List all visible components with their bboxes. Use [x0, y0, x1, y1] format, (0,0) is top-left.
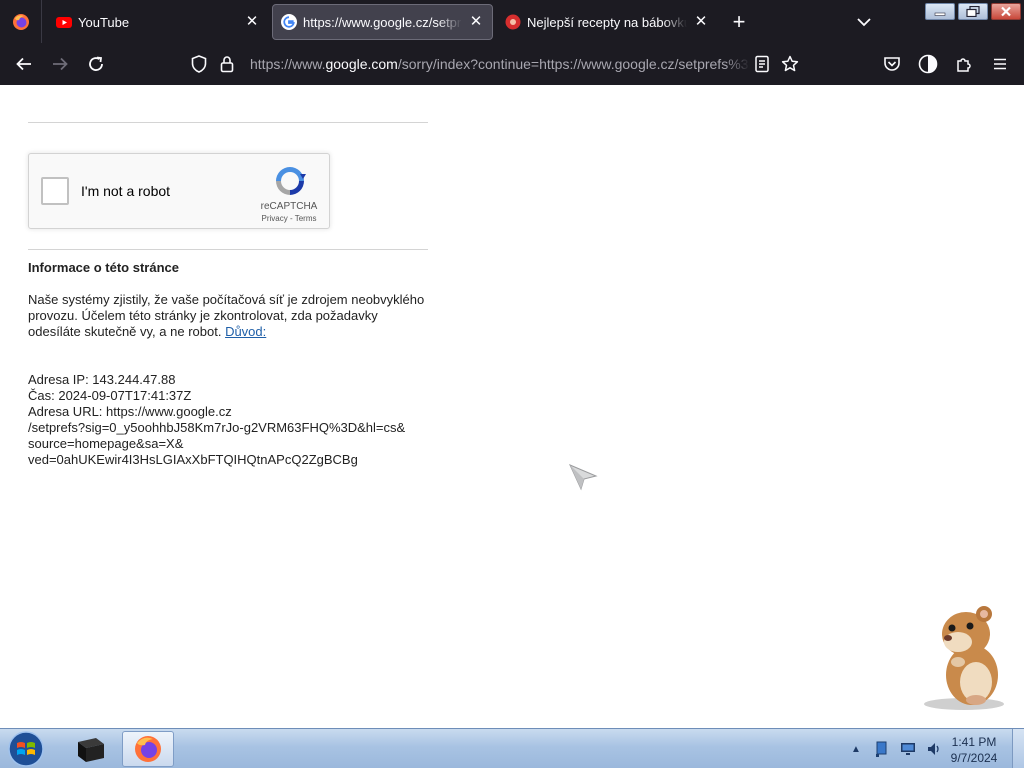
- site-info-button[interactable]: [216, 53, 238, 75]
- puzzle-icon: [957, 58, 971, 72]
- close-window-button[interactable]: [991, 3, 1021, 20]
- reason-link[interactable]: Důvod:: [225, 324, 266, 339]
- tab-youtube[interactable]: YouTube ✕: [48, 4, 268, 40]
- divider: [28, 249, 428, 250]
- navigation-toolbar: https://www.google.com/sorry/index?conti…: [0, 43, 1024, 85]
- youtube-icon: [56, 17, 72, 28]
- recaptcha-widget: I'm not a robot reCAPTCHA Privacy - Term…: [28, 153, 330, 229]
- arrow-right-icon: [53, 57, 68, 71]
- extensions-button[interactable]: [952, 52, 976, 76]
- url-host: google.com: [325, 56, 398, 72]
- show-desktop-button[interactable]: [1012, 729, 1024, 768]
- app-menu-button[interactable]: [988, 52, 1012, 76]
- info-paragraph: Naše systémy zjistily, že vaše počítačov…: [28, 292, 433, 340]
- hamburger-menu-icon: [994, 58, 1006, 70]
- firefox-icon: [12, 13, 29, 30]
- close-icon: [1001, 6, 1011, 17]
- start-button[interactable]: [6, 731, 46, 767]
- monitor-icon: [901, 743, 915, 755]
- chevron-down-icon: [857, 18, 871, 27]
- url-path: /sorry/index?continue=https://www.google…: [397, 56, 750, 72]
- terminal-icon: [78, 738, 104, 762]
- close-tab-icon[interactable]: ✕: [693, 14, 709, 30]
- url-text[interactable]: https://www.google.com/sorry/index?conti…: [250, 56, 750, 72]
- reader-view-button[interactable]: [750, 52, 774, 76]
- taskbar-firefox-app[interactable]: [122, 731, 174, 767]
- show-hidden-icons-button[interactable]: ▲: [846, 739, 866, 759]
- mouse-cursor-icon: [569, 464, 598, 491]
- reload-icon: [89, 56, 103, 71]
- google-icon: [281, 14, 297, 30]
- reload-button[interactable]: [84, 52, 108, 76]
- info-heading: Informace o této stránce: [28, 260, 179, 275]
- restore-icon: [966, 6, 980, 17]
- recaptcha-brand: reCAPTCHA: [260, 201, 318, 212]
- tab-google-setprefs[interactable]: https://www.google.cz/setprefs ✕: [272, 4, 493, 40]
- recaptcha-logo-icon: [276, 167, 306, 195]
- pocket-icon: [884, 57, 900, 71]
- tab-title: https://www.google.cz/setprefs: [303, 14, 462, 30]
- contrast-icon: [918, 54, 938, 74]
- action-center-tray-icon[interactable]: [872, 739, 892, 759]
- url-line: /setprefs?sig=0_y5oohhbJ58Km7rJo-g2VRM63…: [28, 420, 406, 435]
- clock-date: 9/7/2024: [950, 751, 998, 765]
- minimize-icon: [934, 12, 946, 16]
- restore-button[interactable]: [958, 3, 988, 20]
- taskbar-terminal-app[interactable]: [64, 731, 116, 767]
- recaptcha-checkbox[interactable]: [41, 177, 69, 205]
- clock-time: 1:41 PM: [951, 735, 997, 749]
- request-metadata: Adresa IP: 143.244.47.88 Čas: 2024-09-07…: [28, 372, 433, 468]
- network-tray-icon[interactable]: [898, 739, 918, 759]
- url-line: source=homepage&sa=X&: [28, 436, 184, 451]
- lock-icon: [220, 56, 234, 73]
- flag-icon: [876, 741, 887, 757]
- tab-recipes[interactable]: Nejlepší recepty na bábovku | N ✕: [497, 4, 717, 40]
- back-button[interactable]: [12, 52, 36, 76]
- close-tab-icon[interactable]: ✕: [468, 14, 484, 30]
- url-prefix: https://www.: [250, 56, 326, 72]
- bookmark-button[interactable]: [778, 52, 802, 76]
- url-line: Adresa URL: https://www.google.cz: [28, 404, 232, 419]
- url-line: ved=0ahUKEwir4I3HsLGIAxXbFTQIHQtnAPcQ2Zg…: [28, 452, 358, 467]
- tab-title: YouTube: [78, 14, 130, 30]
- recipe-site-icon: [505, 14, 521, 30]
- taskbar-clock[interactable]: 1:41 PM 9/7/2024: [940, 734, 1008, 766]
- tab-title: Nejlepší recepty na bábovku | N: [527, 14, 687, 30]
- recaptcha-label: I'm not a robot: [81, 183, 171, 199]
- list-all-tabs-button[interactable]: [852, 10, 876, 34]
- hamster-mascot-icon: [924, 606, 1004, 710]
- shield-icon: [191, 55, 207, 73]
- recaptcha-privacy-terms-links[interactable]: Privacy - Terms: [255, 214, 323, 223]
- divider: [28, 122, 428, 123]
- tab-bar: YouTube ✕ https://www.google.cz/setprefs…: [0, 0, 1024, 43]
- arrow-left-icon: [16, 57, 31, 71]
- tracking-protection-button[interactable]: [188, 53, 210, 75]
- forward-button[interactable]: [48, 52, 72, 76]
- firefox-view-button[interactable]: [0, 0, 42, 43]
- minimize-button[interactable]: [925, 3, 955, 20]
- timestamp: Čas: 2024-09-07T17:41:37Z: [28, 388, 192, 403]
- address-bar[interactable]: https://www.google.com/sorry/index?conti…: [182, 47, 812, 81]
- new-tab-button[interactable]: +: [727, 10, 751, 34]
- close-tab-icon[interactable]: ✕: [244, 14, 260, 30]
- taskbar: ▲ 1:41 PM 9/7/2024: [0, 728, 1024, 768]
- ip-address: Adresa IP: 143.244.47.88: [28, 372, 176, 387]
- system-tray: ▲: [843, 729, 947, 768]
- reader-view-icon: [755, 55, 769, 73]
- dark-reader-extension-button[interactable]: [916, 52, 940, 76]
- pocket-button[interactable]: [880, 52, 904, 76]
- firefox-icon: [135, 736, 161, 762]
- star-icon: [781, 55, 799, 72]
